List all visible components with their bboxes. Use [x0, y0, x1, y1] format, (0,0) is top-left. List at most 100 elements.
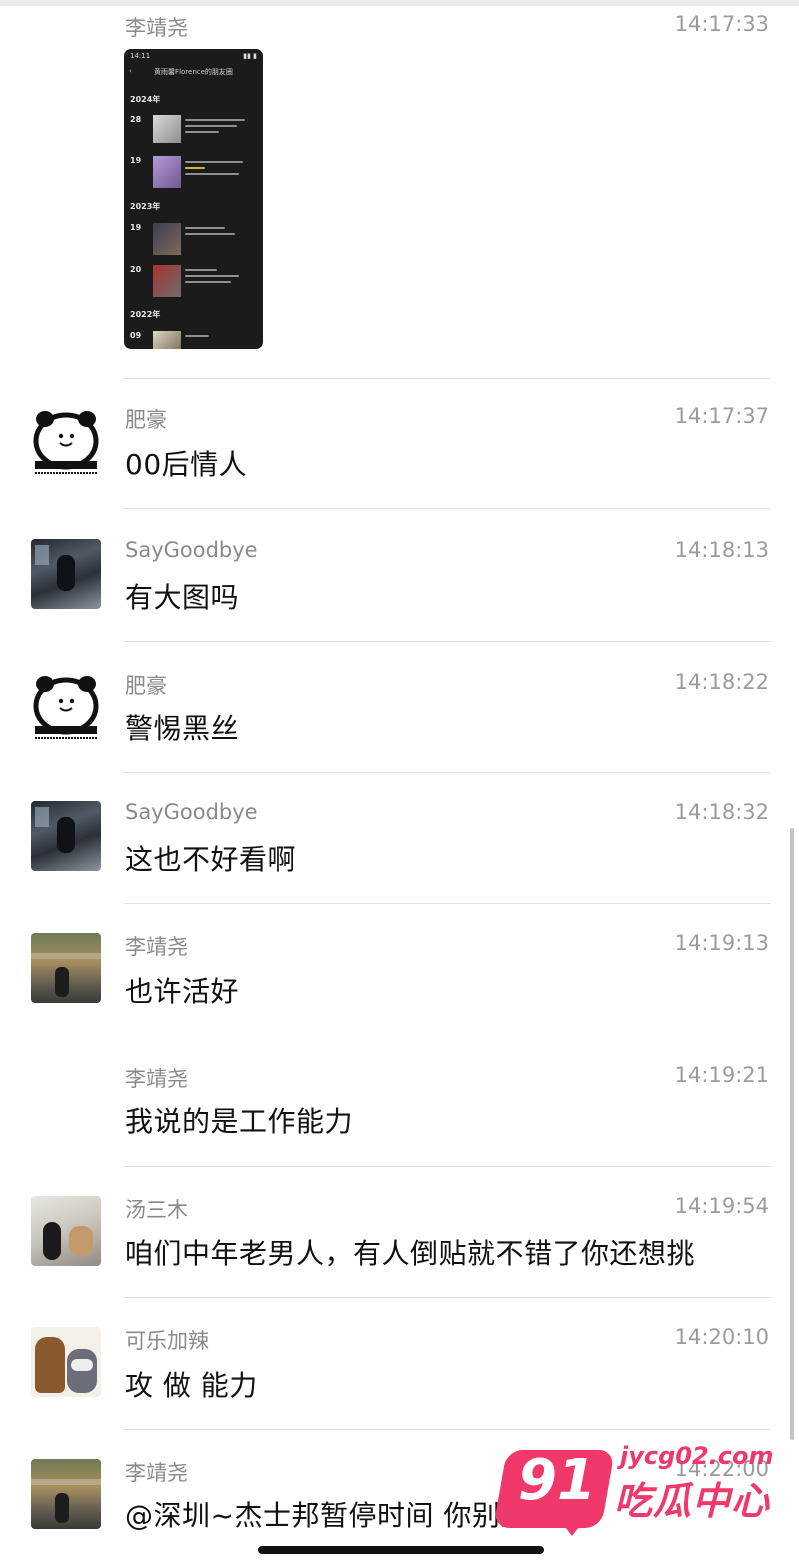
thumb-nav: ‹ 黄雨馨Florence的朋友圈 [124, 67, 263, 79]
avatar[interactable] [31, 1459, 101, 1529]
message-text: @深圳~杰士邦暂停时间 你别这解 [125, 1499, 558, 1532]
scrollbar[interactable] [790, 828, 794, 1440]
sender-name: 李靖尧 [125, 935, 188, 959]
watermark-logo: 91 jycg02.com 吃瓜中心 [493, 1442, 788, 1542]
thumb-caption-line [185, 269, 217, 271]
avatar[interactable] [31, 539, 101, 609]
message-text: 00后情人 [125, 448, 248, 481]
message-text: 我说的是工作能力 [125, 1105, 354, 1138]
thumb-photo [153, 115, 181, 143]
cat-silhouette [43, 1222, 61, 1260]
avatar[interactable] [31, 670, 101, 740]
sender-name: 汤三木 [125, 1198, 188, 1222]
sender-name: 肥豪 [125, 408, 167, 432]
message-time: 14:18:13 [674, 538, 769, 562]
avatar[interactable] [31, 1327, 101, 1397]
thumb-photo [153, 223, 181, 255]
message-row[interactable]: 李靖尧 14:19:13 也许活好 [0, 904, 799, 1036]
message-row[interactable]: SayGoodbye 14:18:13 有大图吗 [0, 510, 799, 642]
message-time: 14:19:21 [674, 1063, 769, 1087]
wall-line [31, 1479, 101, 1485]
message-text: 警惕黑丝 [125, 712, 240, 745]
panda-face-icon [33, 411, 99, 474]
sender-name: SayGoodbye [125, 538, 258, 562]
message-row[interactable]: 李靖尧 14:19:21 我说的是工作能力 [0, 1036, 799, 1167]
thumb-day: 28 [130, 115, 142, 124]
cartoon-mascot-icon [67, 1349, 97, 1393]
message-time: 14:17:37 [674, 404, 769, 428]
person-silhouette [55, 1493, 69, 1523]
thumb-day: 20 [130, 265, 142, 274]
message-time: 14:20:10 [674, 1325, 769, 1349]
thumb-caption-line [185, 167, 205, 169]
sender-name: 李靖尧 [125, 16, 188, 40]
avatar[interactable] [31, 801, 101, 871]
home-indicator[interactable] [258, 1546, 544, 1554]
person-silhouette [55, 967, 69, 997]
watermark-name: 吃瓜中心 [614, 1479, 771, 1523]
watermark-url: jycg02.com [620, 1442, 774, 1470]
message-time: 14:17:33 [674, 12, 769, 36]
thumb-photo [153, 265, 181, 297]
thumb-caption-line [185, 161, 243, 163]
thumb-status-bar: 14:11 ▮▮ ▮ [124, 49, 263, 63]
message-text: 攻 做 能力 [125, 1369, 258, 1402]
wall-line [31, 953, 101, 959]
sender-name: SayGoodbye [125, 800, 258, 824]
avatar[interactable] [31, 405, 101, 475]
window-light [35, 545, 49, 565]
person-silhouette [57, 817, 75, 853]
kangaroo-cartoon-icon [35, 1337, 65, 1393]
watermark-badge-tail [558, 1518, 586, 1536]
message-row[interactable]: SayGoodbye 14:18:32 这也不好看啊 [0, 773, 799, 904]
panda-face-icon [33, 676, 99, 739]
thumb-caption-line [185, 173, 239, 175]
thumb-caption-line [185, 119, 245, 121]
thumb-photo [153, 156, 181, 188]
thumb-caption-line [185, 227, 225, 229]
mascot-face [71, 1359, 93, 1371]
watermark-number: 91 [518, 1448, 596, 1513]
signal-icon: ▮▮ ▮ [243, 52, 257, 60]
message-row[interactable]: 汤三木 14:19:54 咱们中年老男人，有人倒贴就不错了你还想挑 [0, 1167, 799, 1298]
message-text: 这也不好看啊 [125, 843, 297, 876]
thumb-title: 黄雨馨Florence的朋友圈 [154, 68, 233, 76]
sender-name: 肥豪 [125, 674, 167, 698]
thumb-caption-line [185, 275, 239, 277]
message-text: 也许活好 [125, 975, 240, 1008]
thumb-day: 19 [130, 156, 142, 165]
avatar[interactable] [31, 933, 101, 1003]
thumb-day: 19 [130, 223, 142, 232]
message-row[interactable]: 肥豪 14:18:22 警惕黑丝 [0, 642, 799, 773]
thumb-year: 2022年 [130, 310, 161, 319]
message-text: 咱们中年老男人，有人倒贴就不错了你还想挑 [125, 1237, 696, 1270]
sender-name: 李靖尧 [125, 1461, 188, 1485]
divider [124, 378, 771, 379]
message-text: 有大图吗 [125, 581, 240, 614]
thumb-photo [153, 331, 181, 349]
chat-history-page: 李靖尧 14:17:33 14:11 ▮▮ ▮ ‹ 黄雨馨Florence的朋友… [0, 0, 799, 1568]
thumb-caption-line [185, 281, 231, 283]
thumb-year: 2023年 [130, 202, 161, 211]
thumb-caption-line [185, 131, 219, 133]
sender-name: 可乐加辣 [125, 1329, 209, 1353]
thumb-status-time: 14:11 [130, 52, 151, 60]
divider [124, 508, 771, 509]
thumb-caption-line [185, 335, 209, 337]
message-time: 14:19:54 [674, 1194, 769, 1218]
message-image[interactable]: 李靖尧 14:17:33 14:11 ▮▮ ▮ ‹ 黄雨馨Florence的朋友… [0, 0, 799, 380]
message-time: 14:18:32 [674, 800, 769, 824]
message-time: 14:18:22 [674, 670, 769, 694]
thumb-caption-line [185, 233, 235, 235]
person-silhouette [57, 555, 75, 591]
message-row[interactable]: 可乐加辣 14:20:10 攻 做 能力 [0, 1298, 799, 1430]
thumb-day: 09 [130, 331, 142, 340]
message-row[interactable]: 肥豪 14:17:37 00后情人 [0, 380, 799, 510]
cat-silhouette [69, 1226, 93, 1256]
avatar[interactable] [31, 1196, 101, 1266]
back-icon: ‹ [129, 67, 132, 75]
sender-name: 李靖尧 [125, 1067, 188, 1091]
window-light [35, 807, 49, 827]
screenshot-thumbnail[interactable]: 14:11 ▮▮ ▮ ‹ 黄雨馨Florence的朋友圈 2024年 28 19… [124, 49, 263, 349]
thumb-year: 2024年 [130, 95, 161, 104]
